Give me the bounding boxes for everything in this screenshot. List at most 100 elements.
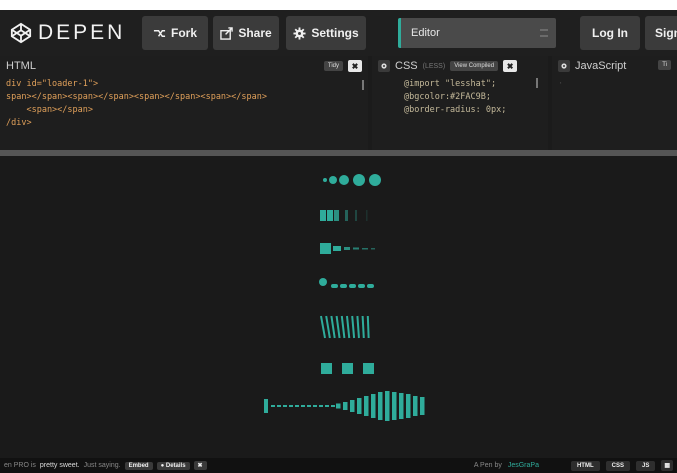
code-line: /div> [6,117,362,130]
gear-icon [293,26,306,40]
css-editor-pane: CSS (LESS) View Compiled ✖ @import "less… [372,56,548,150]
bars-fading-bar [355,210,357,221]
footer-close-button[interactable]: ✖ [193,461,207,470]
view-js-tab[interactable]: JS [635,460,656,471]
css-code-editor[interactable]: @import "lesshat"; @bgcolor:#2FAC9B; @bord… [372,76,548,119]
dot-pills-pill [358,284,365,288]
slanted-lines-line [351,315,356,339]
codepen-logo[interactable]: DEPEN [10,20,125,46]
fork-button[interactable]: Fork [142,16,208,50]
gear-icon [381,63,387,69]
bars-wave-bar [413,396,418,416]
square-dashes-square [320,243,331,254]
html-code-editor[interactable]: div id="loader-1"> span></span><span></sp… [0,76,368,132]
css-preprocessor-label: (LESS) [422,62,446,70]
js-pane-title: JavaScript [575,60,627,72]
footer-bar: en PRO is pretty sweet. Just saying. Emb… [0,458,677,473]
top-bar: DEPEN Fork Share Settings Editor Log In [0,10,677,56]
bars-wave-bar [325,405,329,407]
bars-fading-bar [334,210,339,221]
slanted-lines-line [335,315,341,339]
js-editor-pane: JavaScript Ti · [552,56,677,150]
three-squares-square [342,363,353,374]
bars-wave-bar [385,391,390,421]
bars-wave-bar [319,405,323,407]
bars-wave-bar [313,405,317,407]
share-icon [220,26,234,40]
editor-title-input[interactable]: Editor [398,18,556,48]
slanted-lines-line [330,315,336,339]
dot-pills-pill [367,284,374,288]
bars-wave-bar [364,396,369,416]
slanted-lines-line [356,315,360,339]
gear-icon [561,63,567,69]
embed-button[interactable]: Embed [124,461,153,470]
footer-right: A Pen by JesGraPa HTML CSS JS ▦ [474,458,677,473]
fork-icon [153,29,166,37]
dot-pills-pill [340,284,347,288]
bars-wave-bar [331,405,335,407]
square-dashes-dash [362,248,368,250]
bars-fading-bar [366,210,368,221]
dot-pills-dot [319,278,327,286]
details-button[interactable]: ● Details [156,461,190,470]
view-html-tab[interactable]: HTML [570,460,600,471]
html-line-3: <span></span> [6,105,93,115]
dots-growing-dot [369,174,381,186]
js-settings-button[interactable] [558,60,570,72]
slanted-lines-line [366,315,370,339]
css-line-1: @import "lesshat"; [404,79,497,89]
html-editor-pane: HTML Tidy ✖ div id="loader-1"> span></spa… [0,56,368,150]
view-css-tab[interactable]: CSS [605,460,630,471]
author-link[interactable]: JesGraPa [508,462,539,469]
signup-label: Sign [655,26,677,40]
codepen-logo-icon [10,22,32,44]
html-line-4: /div> [6,118,32,128]
login-button[interactable]: Log In [580,16,640,50]
dot-pills-pill [349,284,356,288]
three-squares-square [321,363,332,374]
dots-growing-dot [323,178,327,182]
share-button[interactable]: Share [213,16,279,50]
bars-wave-bar [301,405,305,407]
bars-wave-bar [420,397,425,415]
bars-wave-bar [283,405,287,407]
editor-title-value: Editor [411,27,440,39]
html-tidy-button[interactable]: Tidy [323,61,343,71]
drag-handle-icon [540,29,548,37]
promo-suffix: Just saying. [83,462,121,469]
html-scrollbar[interactable] [362,80,364,90]
css-pane-title: CSS [395,60,418,72]
js-pane-header: JavaScript Ti [552,56,677,76]
view-compiled-button[interactable]: View Compiled [450,61,499,71]
dots-growing-dot [353,174,365,186]
slanted-lines-line [325,315,331,339]
settings-button[interactable]: Settings [286,16,366,50]
loader-preview-canvas [264,174,425,421]
settings-label: Settings [311,26,359,40]
js-code-editor[interactable]: · [552,76,677,93]
css-line-3: @bgcolor:#2FAC9B; [404,92,491,102]
html-pane-header: HTML Tidy ✖ [0,56,368,76]
html-close-button[interactable]: ✖ [348,60,362,72]
pen-by-label: A Pen by [473,462,502,469]
css-scrollbar[interactable] [536,78,538,88]
slanted-lines-line [346,315,351,339]
js-tidy-button[interactable]: Ti [658,60,671,70]
logo-text: DEPEN [38,21,126,44]
css-line-4: @border-radius: 0px; [404,105,507,115]
css-settings-button[interactable] [378,60,390,72]
share-label: Share [238,26,272,40]
bars-wave-bar [277,405,281,407]
layout-icon[interactable]: ▦ [661,460,673,471]
bars-wave-bar [264,399,268,413]
bars-wave-bar [371,394,376,418]
bars-wave-bar [336,403,341,409]
slanted-lines-line [361,315,365,339]
code-line: div id="loader-1"> [6,78,362,91]
css-close-button[interactable]: ✖ [503,60,518,72]
signup-button[interactable]: Sign [645,16,677,50]
html-line-2: span></span><span></span><span></span><s… [6,92,267,102]
three-squares-square [363,363,374,374]
bars-wave-bar [392,392,397,420]
